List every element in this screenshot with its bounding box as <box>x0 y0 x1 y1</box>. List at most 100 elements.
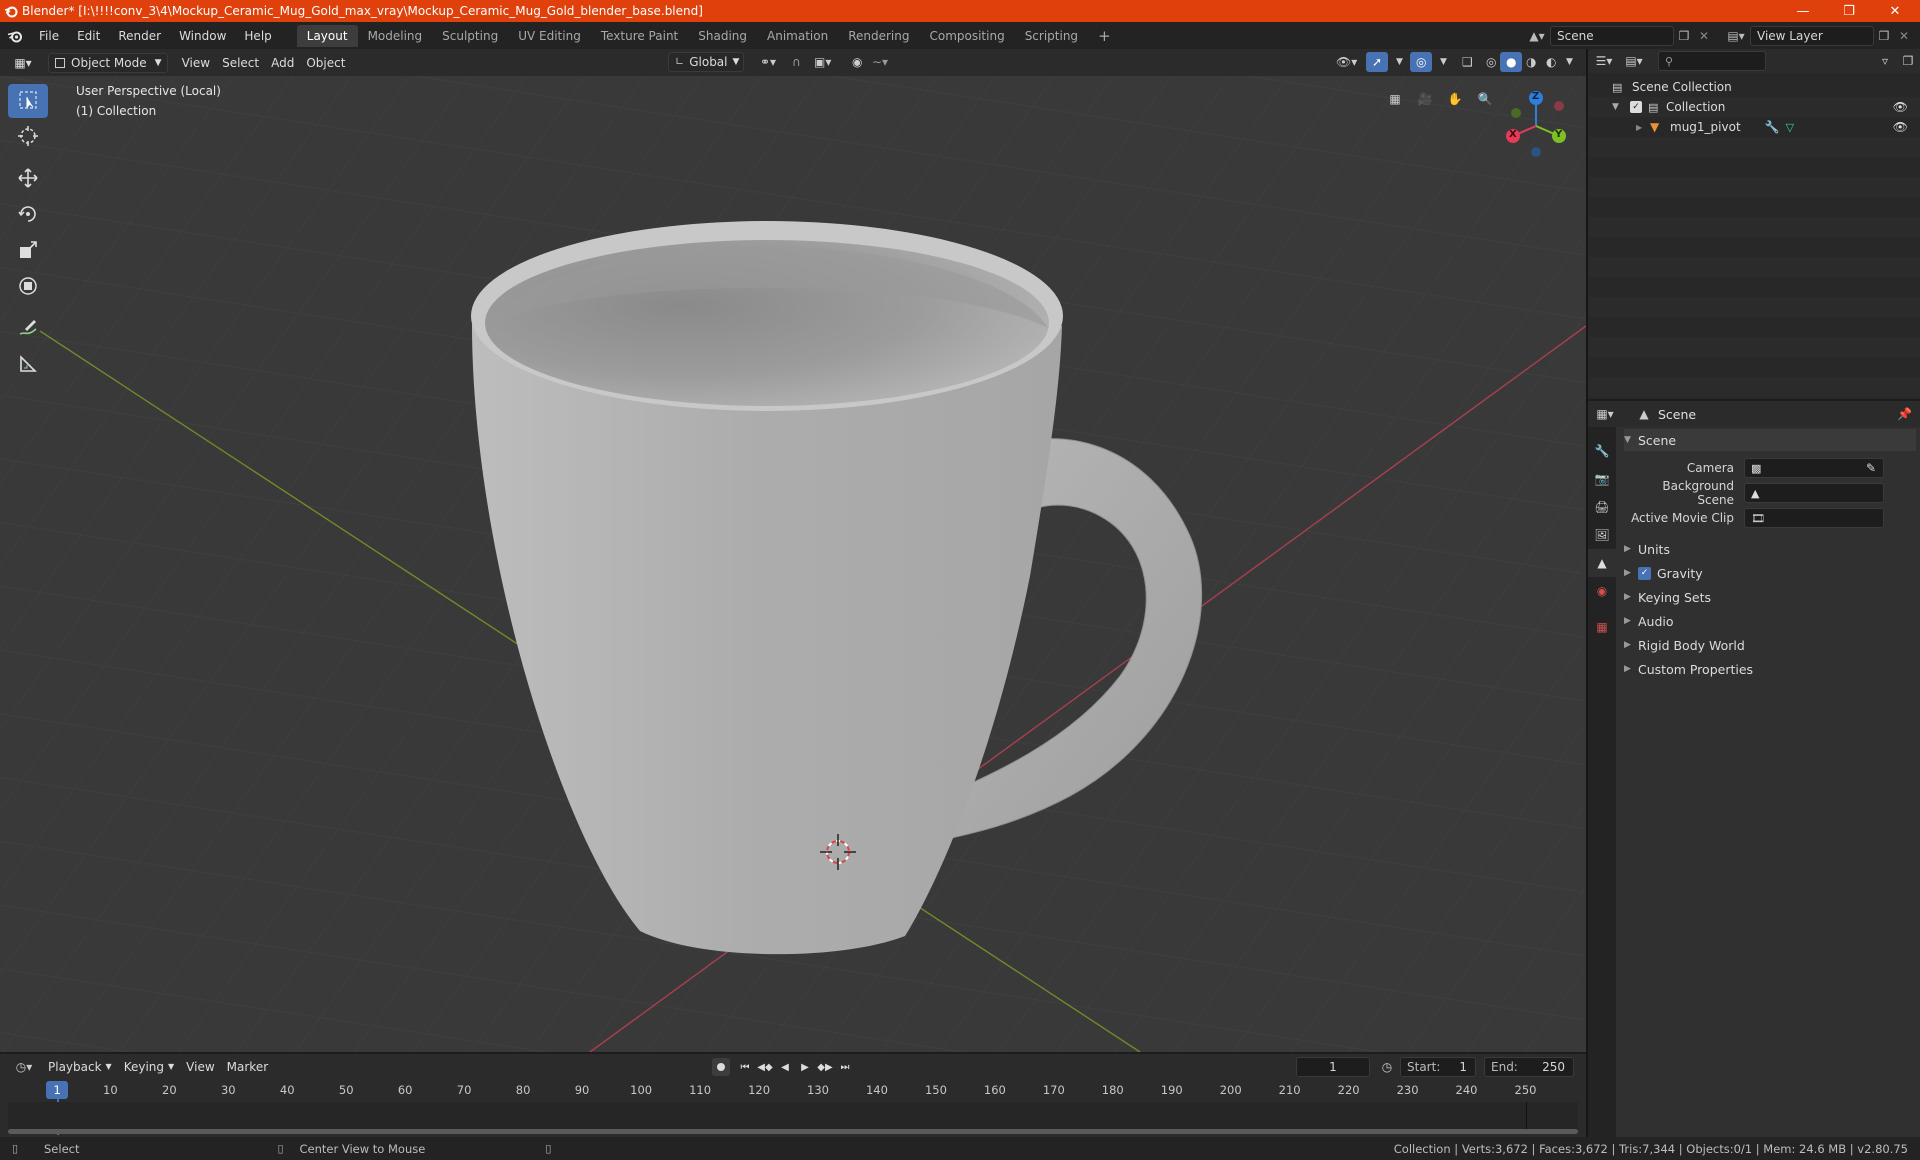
select-box-tool[interactable] <box>8 84 48 118</box>
minimize-button[interactable]: — <box>1780 0 1826 22</box>
record-button[interactable] <box>712 1058 730 1076</box>
overlays-dropdown-icon[interactable]: ▼ <box>1434 52 1453 72</box>
world-tab-icon[interactable]: ◉ <box>1588 577 1616 605</box>
scene-properties-tab-icon[interactable]: ▲ <box>1588 549 1616 577</box>
active-movie-clip-field[interactable]: 🎞 <box>1744 508 1884 528</box>
gravity-checkbox[interactable]: ✓ <box>1638 566 1651 580</box>
rotate-tool[interactable] <box>8 198 48 232</box>
scale-tool[interactable] <box>8 234 48 268</box>
tab-compositing[interactable]: Compositing <box>919 25 1014 47</box>
current-frame-field[interactable]: 1 <box>1296 1057 1370 1077</box>
texture-tab-icon[interactable]: ▦ <box>1588 613 1616 641</box>
gizmo-toggle-icon[interactable]: ➚ <box>1366 52 1389 72</box>
menu-edit[interactable]: Edit <box>68 25 109 47</box>
properties-editor-type-icon[interactable]: ▦▾ <box>1588 407 1622 421</box>
end-frame-field[interactable]: End: 250 <box>1484 1057 1574 1077</box>
tool-tab-icon[interactable]: 🔧 <box>1588 437 1616 465</box>
collection-checkbox[interactable]: ✓ <box>1630 101 1642 113</box>
tab-shading[interactable]: Shading <box>688 25 757 47</box>
xray-toggle-icon[interactable]: ❑ <box>1456 52 1479 72</box>
start-frame-field[interactable]: Start: 1 <box>1400 1057 1476 1077</box>
transform-orientation-dropdown[interactable]: ∟ Global ▼ <box>668 52 744 72</box>
eyedropper-icon[interactable]: ✎ <box>1866 461 1876 475</box>
view-layer-tab-icon[interactable]: 🖼 <box>1588 521 1616 549</box>
timeline-editor-type-icon[interactable]: ◷▾ <box>6 1060 42 1074</box>
rigid-body-world-panel-header[interactable]: ▶ Rigid Body World <box>1624 634 1916 656</box>
tab-modeling[interactable]: Modeling <box>358 25 433 47</box>
viewport-menu-object[interactable]: Object <box>300 53 351 73</box>
new-view-layer-icon[interactable]: ❐ <box>1874 29 1894 43</box>
view-layer-selector[interactable]: ▤▾ View Layer ❐ ✕ <box>1722 25 1918 46</box>
tab-layout[interactable]: Layout <box>296 24 358 47</box>
menu-window[interactable]: Window <box>170 25 235 47</box>
eye-icon[interactable]: 👁 <box>1893 120 1908 134</box>
menu-file[interactable]: File <box>30 25 68 47</box>
shading-dropdown-icon[interactable]: ▼ <box>1560 52 1579 72</box>
jump-to-start-button[interactable]: ⏮ <box>736 1058 754 1076</box>
scene-selector[interactable]: ▲▾ Scene ❐ ✕ <box>1524 25 1714 46</box>
gravity-panel-header[interactable]: ▶ ✓ Gravity <box>1624 562 1916 584</box>
outliner-row-object[interactable]: ▶ ▼ mug1_pivot 🔧 ▽ 👁 <box>1588 117 1920 137</box>
timeline-menu-keying[interactable]: Keying ▼ <box>118 1057 180 1077</box>
keying-sets-panel-header[interactable]: ▶ Keying Sets <box>1624 586 1916 608</box>
blender-menu-icon[interactable] <box>0 25 30 47</box>
outliner-row-collection[interactable]: ▼ ✓ ▤ Collection 👁 <box>1588 97 1920 117</box>
preview-range-icon[interactable]: ◷ <box>1378 1058 1396 1076</box>
tab-scripting[interactable]: Scripting <box>1015 25 1088 47</box>
snap-target-icon[interactable]: ▣▾ <box>808 52 837 72</box>
timeline-scrollbar[interactable] <box>8 1129 1578 1134</box>
camera-field[interactable]: ▩ <box>1744 458 1884 478</box>
new-collection-icon[interactable]: ❐ <box>1896 54 1920 68</box>
object-expand-arrow-icon[interactable]: ▶ <box>1636 123 1650 132</box>
navigation-gizmo[interactable]: Z Y X <box>1496 86 1576 166</box>
delete-view-layer-icon[interactable]: ✕ <box>1894 29 1914 43</box>
display-mode-icon[interactable]: ▤▾ <box>1620 54 1648 68</box>
timeline-track-area[interactable] <box>8 1102 1578 1130</box>
scene-name-field[interactable]: Scene <box>1550 25 1674 46</box>
frame-ruler[interactable]: 1 10 20 30 40 50 60 70 80 90 100 110 120 130 140 150 160… <box>0 1081 1586 1135</box>
render-tab-icon[interactable]: 📷 <box>1588 465 1616 493</box>
camera-view-icon[interactable]: 🎥 <box>1412 86 1438 112</box>
pin-icon[interactable]: 📌 <box>1897 407 1912 421</box>
visibility-selectability-icon[interactable]: 👁▾ <box>1330 52 1363 72</box>
tab-sculpting[interactable]: Sculpting <box>432 25 508 47</box>
units-panel-header[interactable]: ▶ Units <box>1624 538 1916 560</box>
scene-panel-header[interactable]: ▼ Scene <box>1624 429 1916 451</box>
snap-toggle-icon[interactable]: ∩ <box>786 52 807 72</box>
3d-viewport[interactable]: User Perspective (Local) (1) Collection … <box>0 76 1586 1052</box>
timeline-menu-playback[interactable]: Playback ▼ <box>42 1057 118 1077</box>
tab-uv-editing[interactable]: UV Editing <box>508 25 591 47</box>
expand-arrow-icon[interactable]: ▼ <box>1612 102 1626 112</box>
menu-render[interactable]: Render <box>109 25 170 47</box>
pan-view-icon[interactable]: ✋ <box>1442 86 1468 112</box>
play-button[interactable]: ▶ <box>796 1058 814 1076</box>
modifier-wrench-icon[interactable]: 🔧 <box>1765 120 1780 134</box>
jump-to-keyframe-forward-button[interactable]: ◆▶ <box>816 1058 834 1076</box>
viewport-menu-view[interactable]: View <box>176 53 216 73</box>
cursor-tool[interactable] <box>8 120 48 154</box>
custom-properties-panel-header[interactable]: ▶ Custom Properties <box>1624 658 1916 680</box>
restore-button[interactable]: ❐ <box>1826 0 1872 22</box>
viewport-menu-select[interactable]: Select <box>216 53 265 73</box>
outliner-search-input[interactable]: ⚲ <box>1658 51 1766 71</box>
outliner-row-scene-collection[interactable]: ▤ Scene Collection <box>1588 77 1920 97</box>
falloff-icon[interactable]: ∼▾ <box>866 52 894 72</box>
new-scene-icon[interactable]: ❐ <box>1674 29 1694 43</box>
toggle-camera-grid-icon[interactable]: ▦ <box>1382 86 1408 112</box>
timeline-menu-view[interactable]: View <box>180 1057 220 1077</box>
move-tool[interactable] <box>8 162 48 196</box>
jump-to-keyframe-back-button[interactable]: ◀◆ <box>756 1058 774 1076</box>
filter-icon[interactable]: ▿ <box>1874 54 1896 68</box>
editor-type-icon[interactable]: ▦▾ <box>6 53 40 73</box>
tab-texture-paint[interactable]: Texture Paint <box>591 25 688 47</box>
tab-rendering[interactable]: Rendering <box>838 25 919 47</box>
transform-tool[interactable] <box>8 270 48 304</box>
audio-panel-header[interactable]: ▶ Audio <box>1624 610 1916 632</box>
overlays-toggle-icon[interactable]: ◎ <box>1410 52 1433 72</box>
output-tab-icon[interactable]: 🖨 <box>1588 493 1616 521</box>
jump-to-end-button[interactable]: ⏭ <box>836 1058 854 1076</box>
view-layer-name-field[interactable]: View Layer <box>1750 25 1874 46</box>
play-reverse-button[interactable]: ◀ <box>776 1058 794 1076</box>
delete-scene-icon[interactable]: ✕ <box>1694 29 1714 43</box>
mesh-data-icon[interactable]: ▽ <box>1786 121 1794 134</box>
